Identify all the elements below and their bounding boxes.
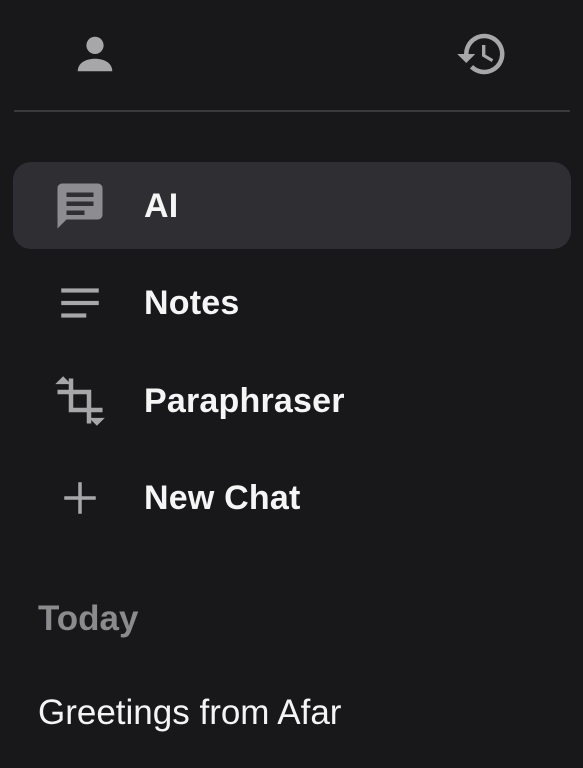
nav-label-ai: AI xyxy=(144,186,179,225)
sidebar-panel: AI Notes Paraphraser New Chat Today Gree… xyxy=(0,0,583,768)
notes-lines-icon xyxy=(53,276,107,330)
profile-button[interactable] xyxy=(69,30,121,82)
nav-label-notes: Notes xyxy=(144,283,240,322)
nav-label-new-chat: New Chat xyxy=(144,478,301,517)
nav-item-new-chat[interactable]: New Chat xyxy=(13,454,571,541)
history-button[interactable] xyxy=(456,30,508,82)
nav-item-paraphraser[interactable]: Paraphraser xyxy=(13,357,571,444)
nav-label-paraphraser: Paraphraser xyxy=(144,381,345,420)
plus-icon xyxy=(53,471,107,525)
chat-history-item[interactable]: Greetings from Afar xyxy=(38,691,341,735)
history-icon xyxy=(455,27,509,86)
chat-bubble-icon xyxy=(53,179,107,233)
nav-item-ai[interactable]: AI xyxy=(13,162,571,249)
nav-item-notes[interactable]: Notes xyxy=(13,259,571,346)
sidebar-header xyxy=(14,0,570,112)
crop-rotate-icon xyxy=(53,374,107,428)
person-icon xyxy=(72,31,118,82)
today-section-heading: Today xyxy=(38,599,139,638)
